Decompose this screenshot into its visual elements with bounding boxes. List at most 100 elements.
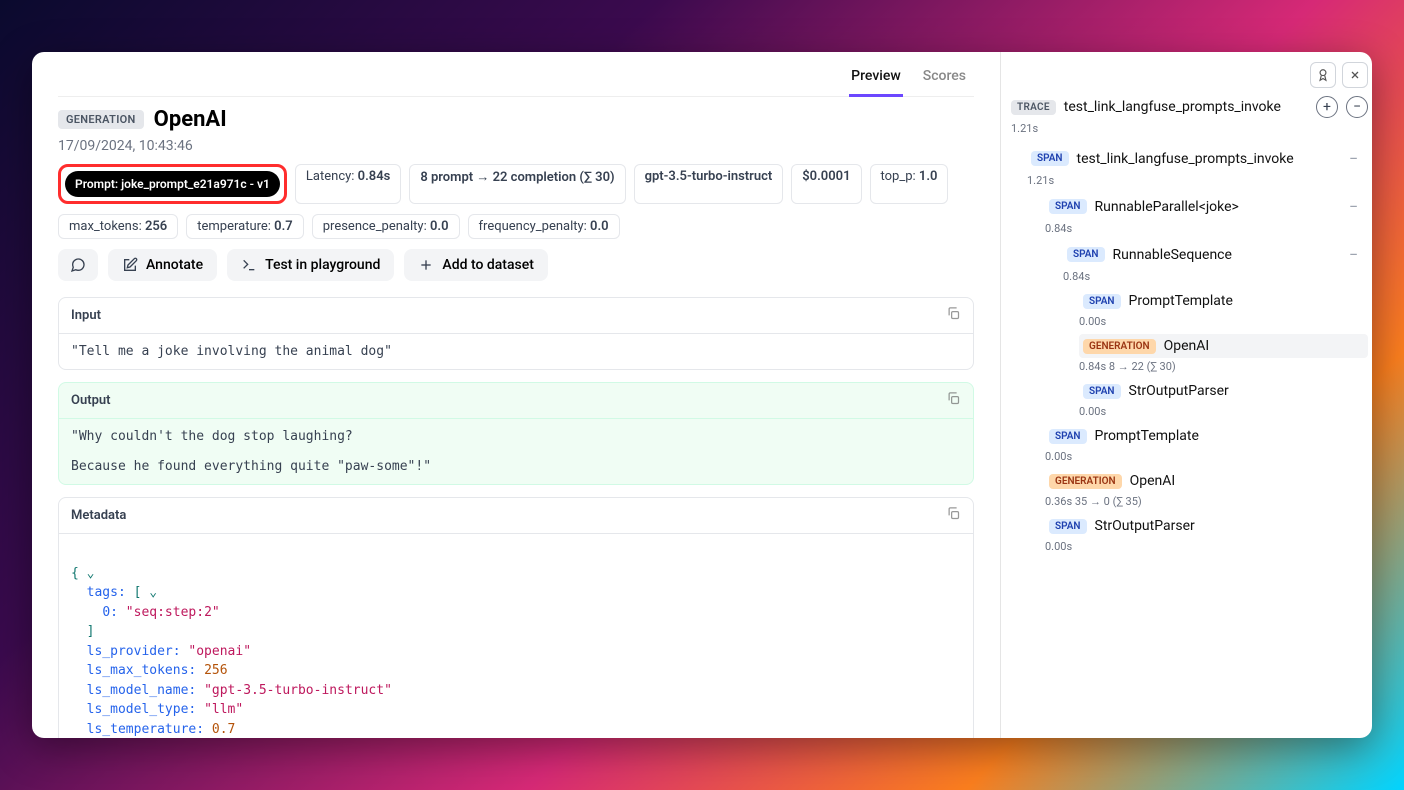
- metadata-section: Metadata { ⌄ tags: [ ⌄ 0: "seq:step:2" ]…: [58, 497, 974, 738]
- span-badge: SPAN: [1067, 247, 1105, 262]
- title-row: GENERATION OpenAI: [58, 107, 974, 132]
- terminal-icon: [241, 257, 257, 273]
- prompt-pill[interactable]: Prompt: joke_prompt_e21a971c - v1: [65, 171, 280, 197]
- dataset-button[interactable]: Add to dataset: [404, 249, 547, 281]
- chip-cost: $0.0001: [791, 164, 861, 204]
- chip-max-tokens: max_tokens: 256: [58, 214, 178, 239]
- node-name: RunnableParallel<joke>: [1095, 199, 1239, 215]
- node-time: 0.84s: [1063, 270, 1368, 283]
- node-name: OpenAI: [1130, 473, 1176, 489]
- page-title: OpenAI: [154, 107, 227, 132]
- trace-name: test_link_langfuse_prompts_invoke: [1064, 99, 1281, 115]
- comment-button[interactable]: [58, 249, 98, 281]
- chips-row-2: max_tokens: 256 temperature: 0.7 presenc…: [58, 214, 974, 239]
- bookmark-icon: [1316, 68, 1330, 82]
- copy-output-button[interactable]: [946, 391, 961, 410]
- trace-time: 1.21s: [1011, 122, 1368, 135]
- node-time: 0.00s: [1045, 540, 1368, 553]
- actions-row: Annotate Test in playground Add to datas…: [58, 249, 974, 281]
- node-name: StrOutputParser: [1129, 383, 1229, 399]
- collapse-toggle[interactable]: −: [1349, 149, 1364, 168]
- timestamp: 17/09/2024, 10:43:46: [58, 138, 974, 154]
- playground-button[interactable]: Test in playground: [227, 249, 394, 281]
- tabs: Preview Scores: [58, 64, 974, 97]
- node-time: 0.00s: [1079, 315, 1368, 328]
- output-section: Output "Why couldn't the dog stop laughi…: [58, 382, 974, 485]
- output-title: Output: [71, 393, 111, 408]
- chips-row-1: Prompt: joke_prompt_e21a971c - v1 Latenc…: [58, 164, 974, 204]
- trace-node[interactable]: SPAN RunnableSequence − 0.84s: [1011, 241, 1368, 283]
- app-window: Preview Scores GENERATION OpenAI 17/09/2…: [32, 52, 1372, 738]
- copy-icon: [946, 306, 961, 321]
- trace-node[interactable]: SPAN RunnableParallel<joke> − 0.84s: [1011, 193, 1368, 235]
- node-time: 0.84s: [1045, 222, 1368, 235]
- chip-temperature: temperature: 0.7: [186, 214, 304, 239]
- plus-icon: [418, 257, 434, 273]
- metadata-title: Metadata: [71, 508, 126, 523]
- chip-frequency-penalty: frequency_penalty: 0.0: [468, 214, 620, 239]
- node-time: 1.21s: [1027, 174, 1368, 187]
- edit-icon: [122, 257, 138, 273]
- trace-node[interactable]: SPAN test_link_langfuse_prompts_invoke − 1.…: [1011, 145, 1368, 187]
- collapse-all-button[interactable]: −: [1346, 96, 1368, 118]
- trace-node[interactable]: GENERATION OpenAI 0.84s 8 → 22 (∑ 30): [1011, 334, 1368, 373]
- sidebar-top-actions: [1011, 62, 1368, 88]
- trace-node[interactable]: GENERATION OpenAI 0.36s 35 → 0 (∑ 35): [1011, 469, 1368, 508]
- copy-icon: [946, 506, 961, 521]
- generation-badge: GENERATION: [58, 110, 144, 129]
- trace-node[interactable]: SPAN StrOutputParser 0.00s: [1011, 514, 1368, 553]
- close-icon: [1349, 69, 1361, 81]
- collapse-toggle[interactable]: −: [1349, 245, 1364, 264]
- span-badge: SPAN: [1049, 519, 1087, 534]
- node-time: 0.36s 35 → 0 (∑ 35): [1045, 495, 1368, 508]
- main-panel: Preview Scores GENERATION OpenAI 17/09/2…: [32, 52, 1000, 738]
- node-time: 0.84s 8 → 22 (∑ 30): [1079, 360, 1368, 373]
- span-badge: SPAN: [1031, 151, 1069, 166]
- bookmark-button[interactable]: [1310, 62, 1336, 88]
- prompt-highlight-box: Prompt: joke_prompt_e21a971c - v1: [58, 164, 287, 204]
- trace-node[interactable]: SPAN PromptTemplate 0.00s: [1011, 289, 1368, 328]
- annotate-button[interactable]: Annotate: [108, 249, 217, 281]
- input-section: Input "Tell me a joke involving the anim…: [58, 297, 974, 370]
- node-name: test_link_langfuse_prompts_invoke: [1077, 151, 1294, 167]
- metadata-body: { ⌄ tags: [ ⌄ 0: "seq:step:2" ] ls_provi…: [59, 534, 973, 738]
- copy-metadata-button[interactable]: [946, 506, 961, 525]
- node-name: RunnableSequence: [1113, 247, 1232, 263]
- chip-model: gpt-3.5-turbo-instruct: [634, 164, 784, 204]
- copy-input-button[interactable]: [946, 306, 961, 325]
- dataset-label: Add to dataset: [442, 257, 533, 273]
- generation-badge-sm: GENERATION: [1083, 339, 1156, 354]
- generation-badge-sm: GENERATION: [1049, 474, 1122, 489]
- trace-header: TRACE test_link_langfuse_prompts_invoke …: [1011, 96, 1368, 118]
- chip-presence-penalty: presence_penalty: 0.0: [312, 214, 460, 239]
- copy-icon: [946, 391, 961, 406]
- chip-latency: Latency: 0.84s: [295, 164, 401, 204]
- span-badge: SPAN: [1049, 199, 1087, 214]
- collapse-toggle[interactable]: −: [1349, 197, 1364, 216]
- trace-node[interactable]: SPANPromptTemplate0.00s: [1011, 424, 1368, 463]
- trace-tree: SPAN test_link_langfuse_prompts_invoke − 1.…: [1011, 145, 1368, 553]
- expand-all-button[interactable]: +: [1316, 96, 1338, 118]
- output-body: "Why couldn't the dog stop laughing? Bec…: [59, 419, 973, 484]
- trace-node[interactable]: SPAN StrOutputParser 0.00s: [1011, 379, 1368, 418]
- span-badge: SPAN: [1049, 429, 1087, 444]
- chip-top-p: top_p: 1.0: [870, 164, 949, 204]
- span-badge: SPAN: [1083, 384, 1121, 399]
- chip-tokens: 8 prompt → 22 completion (∑ 30): [409, 164, 625, 204]
- node-name: StrOutputParser: [1095, 518, 1195, 534]
- tab-preview[interactable]: Preview: [849, 64, 903, 97]
- input-body: "Tell me a joke involving the animal dog…: [59, 334, 973, 369]
- node-time: 0.00s: [1045, 450, 1368, 463]
- span-badge: SPAN: [1083, 294, 1121, 309]
- input-title: Input: [71, 308, 101, 323]
- close-sidebar-button[interactable]: [1342, 62, 1368, 88]
- trace-sidebar: TRACE test_link_langfuse_prompts_invoke …: [1000, 52, 1372, 738]
- annotate-label: Annotate: [146, 257, 203, 273]
- node-time: 0.00s: [1079, 405, 1368, 418]
- trace-badge: TRACE: [1011, 100, 1056, 115]
- comment-icon: [70, 257, 86, 273]
- playground-label: Test in playground: [265, 257, 380, 273]
- node-name: PromptTemplate: [1129, 293, 1233, 309]
- tab-scores[interactable]: Scores: [921, 64, 968, 96]
- node-name: OpenAI: [1164, 338, 1210, 354]
